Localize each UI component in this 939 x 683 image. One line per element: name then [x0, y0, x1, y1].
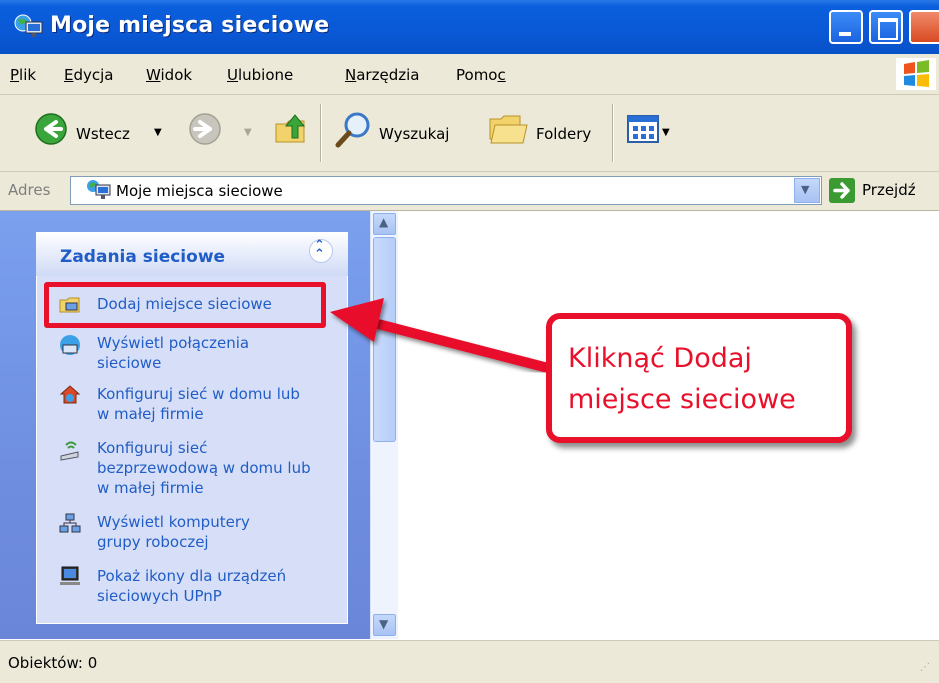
status-bar [0, 640, 939, 683]
windows-logo-icon [896, 58, 936, 90]
upnp-device-icon[interactable] [58, 564, 82, 588]
maximize-button[interactable] [869, 10, 903, 44]
network-places-icon [14, 14, 43, 37]
address-dropdown-button[interactable]: ▼ [794, 178, 820, 203]
window-title: Moje miejsca sieciowe [50, 13, 330, 38]
folders-button-label[interactable]: Foldery [536, 125, 591, 143]
network-connections-icon[interactable] [58, 333, 82, 357]
menu-edit[interactable]: Edycja [64, 66, 114, 84]
menu-help[interactable]: Pomoc [456, 66, 506, 84]
task-view-network-connections[interactable]: Wyświetl połączenia sieciowe [97, 333, 297, 373]
up-folder-icon[interactable] [272, 110, 310, 148]
minimize-button[interactable] [829, 10, 863, 44]
go-arrow-icon[interactable] [829, 178, 855, 203]
menu-tools[interactable]: Narzędzia [345, 66, 419, 84]
forward-dropdown-icon[interactable]: ▼ [244, 127, 252, 138]
workgroup-computers-icon[interactable] [58, 512, 82, 536]
address-value: Moje miejsca sieciowe [116, 182, 283, 200]
forward-arrow-icon[interactable] [188, 112, 222, 146]
address-label: Adres [8, 181, 51, 199]
menu-favorites[interactable]: Ulubione [227, 66, 293, 84]
toolbar-separator [320, 104, 322, 162]
wireless-network-icon[interactable] [58, 438, 82, 462]
collapse-chevron-icon[interactable]: ⌃ ⌃ [309, 239, 333, 263]
go-button-label[interactable]: Przejdź [862, 181, 916, 199]
network-places-icon [87, 180, 111, 199]
search-icon[interactable] [333, 110, 375, 150]
back-button-label[interactable]: Wstecz [76, 125, 130, 143]
views-icon[interactable] [626, 114, 660, 144]
close-button[interactable] [909, 10, 939, 44]
task-configure-home-network[interactable]: Konfiguruj sieć w domu lub w małej firmi… [97, 384, 307, 424]
task-show-upnp-icons[interactable]: Pokaż ikony dla urządzeń sieciowych UPnP [97, 566, 327, 606]
home-network-icon[interactable] [58, 382, 82, 406]
status-object-count: Obiektów: 0 [8, 654, 98, 672]
task-view-workgroup-computers[interactable]: Wyświetl komputery grupy roboczej [97, 512, 297, 552]
toolbar [0, 95, 939, 172]
views-dropdown-icon[interactable]: ▼ [662, 127, 670, 138]
annotation-arrow [330, 298, 552, 373]
resize-grip-icon[interactable]: ⋰ [920, 662, 930, 673]
annotation-highlight-box [44, 282, 326, 328]
back-arrow-icon[interactable] [34, 112, 68, 146]
scroll-up-button[interactable]: ▲ [373, 213, 396, 235]
search-button-label[interactable]: Wyszukaj [379, 125, 449, 143]
folders-icon[interactable] [487, 111, 531, 147]
menu-file[interactable]: Plik [10, 66, 36, 84]
back-dropdown-icon[interactable]: ▼ [154, 127, 162, 138]
annotation-callout-text: Kliknąć Dodaj miejsce sieciowe [568, 343, 796, 415]
scroll-down-button[interactable]: ▼ [373, 614, 396, 636]
menu-view[interactable]: Widok [146, 66, 192, 84]
task-configure-wireless-network[interactable]: Konfiguruj sieć bezprzewodową w domu lub… [97, 438, 317, 498]
toolbar-separator [612, 104, 614, 162]
network-tasks-title: Zadania sieciowe [60, 247, 226, 267]
